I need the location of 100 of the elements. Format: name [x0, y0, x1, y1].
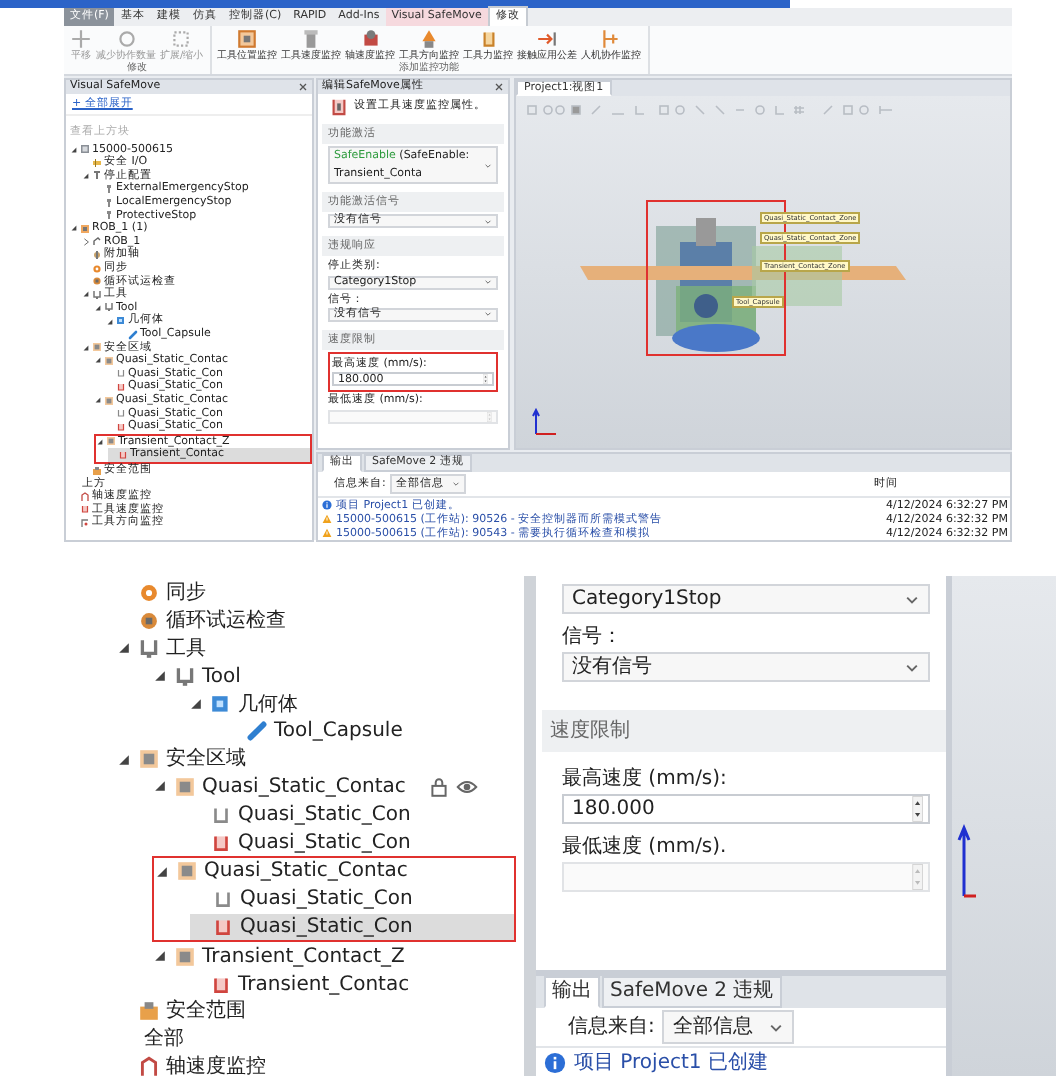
stop-icon — [92, 170, 102, 181]
expand-arrow-icon[interactable] — [152, 948, 168, 965]
axis-icon — [92, 250, 102, 261]
scale-icon — [170, 28, 193, 50]
tab[interactable]: SafeMove 2 违规 — [602, 976, 782, 1008]
caret-icon — [484, 278, 492, 286]
collab-icon — [600, 28, 623, 50]
field-label: 信号： — [562, 624, 624, 652]
dropdown[interactable]: Category1Stop — [562, 584, 930, 614]
expand-arrow-icon[interactable] — [82, 343, 90, 352]
axis-icon — [532, 408, 560, 436]
speed-icon — [138, 1055, 160, 1078]
lock-icon[interactable] — [427, 775, 450, 798]
speed-icon — [80, 491, 90, 502]
cup-icon — [80, 504, 90, 515]
cycle-icon — [92, 276, 102, 287]
tool-speed-icon — [330, 98, 348, 116]
tree-item[interactable]: Transient_Contac — [188, 970, 516, 998]
zone-icon — [174, 945, 196, 968]
expand-arrow-icon[interactable] — [116, 751, 132, 768]
caret-icon — [904, 591, 920, 607]
message-text: 项目 Project1 已创建 — [574, 1049, 770, 1077]
eye-icon[interactable] — [455, 775, 478, 798]
zone-icon — [106, 436, 116, 447]
expand-arrow-icon[interactable] — [154, 863, 170, 880]
caret-icon — [451, 480, 460, 489]
expand-arrow-icon[interactable] — [106, 317, 114, 326]
field-label: 最低速度 (mm/s). — [562, 833, 729, 862]
io-icon — [92, 157, 102, 168]
caret-icon — [484, 161, 492, 169]
expand-arrow-icon[interactable] — [96, 437, 104, 446]
cup-icon — [210, 803, 232, 826]
close-icon[interactable] — [298, 82, 308, 92]
geometry-icon — [116, 316, 126, 327]
tool-icon — [174, 665, 196, 688]
zone-icon — [138, 748, 160, 771]
expand-arrow-icon[interactable] — [94, 396, 102, 405]
geometry-icon — [210, 693, 232, 716]
expand-arrow-icon[interactable] — [94, 356, 102, 365]
axis-icon — [956, 820, 980, 900]
cup-icon — [210, 973, 232, 996]
axis-icon — [359, 28, 382, 50]
capsule-icon — [128, 329, 138, 340]
tree-item[interactable]: 安全范围 — [116, 997, 516, 1026]
tree-item[interactable]: 循环试运检查 — [116, 607, 516, 636]
move-icon — [70, 28, 92, 50]
tree-item[interactable]: Transient_Contact_Z — [152, 942, 516, 971]
robot-icon — [80, 223, 90, 234]
tree-item[interactable]: 安全区域 — [116, 745, 516, 774]
tree-item[interactable]: Quasi_Static_Con — [188, 828, 516, 856]
tree-item[interactable]: 工具 — [116, 635, 516, 663]
controller-icon — [80, 144, 90, 155]
dropdown[interactable]: 没有信号 — [562, 652, 930, 682]
expand-arrow-icon[interactable] — [82, 171, 90, 180]
tree-item[interactable]: Quasi_Static_Con — [190, 913, 514, 941]
tree-item[interactable]: Quasi_Static_Con — [188, 800, 516, 829]
tree-item[interactable]: 轴速度监控 — [116, 1053, 516, 1081]
zone-icon — [176, 860, 198, 883]
expand-arrow-icon[interactable] — [82, 290, 90, 299]
caret-icon — [484, 217, 492, 225]
robot-arm-icon — [92, 236, 102, 247]
cycle-icon — [138, 610, 160, 633]
expand-arrow-icon[interactable] — [94, 303, 102, 312]
field-label: 最高速度 (mm/s): — [562, 765, 729, 794]
zone-icon — [174, 775, 196, 798]
sync-icon — [138, 582, 160, 605]
section-heading: 速度限制 — [542, 710, 946, 752]
filter-label: 信息来自: — [568, 1013, 655, 1042]
speed-icon — [300, 28, 323, 50]
cup-icon — [118, 449, 128, 460]
close-icon[interactable] — [494, 82, 504, 92]
tree-item[interactable]: 几何体 — [188, 690, 516, 718]
cup-icon — [212, 888, 234, 911]
position-icon — [236, 28, 259, 50]
sync-icon — [92, 263, 102, 274]
cup-icon — [212, 915, 234, 938]
tree-item[interactable]: Tool — [152, 662, 516, 691]
tab[interactable]: 输出 — [544, 976, 600, 1008]
expand-arrow-icon[interactable] — [116, 640, 132, 657]
number-field[interactable]: 180.000 — [562, 794, 930, 824]
filter-dropdown[interactable]: 全部信息 — [662, 1010, 795, 1044]
tree-item[interactable]: 同步 — [116, 580, 516, 608]
orient-icon — [418, 28, 441, 50]
tree-item[interactable]: 全部 — [116, 1025, 516, 1054]
expand-arrow-icon[interactable] — [70, 145, 78, 154]
expand-arrow-icon[interactable] — [70, 224, 78, 233]
expand-arrow-icon[interactable] — [152, 778, 168, 795]
tool-icon — [138, 637, 160, 660]
tree-item[interactable]: Quasi_Static_Contac — [154, 857, 514, 886]
tolerance-icon — [536, 28, 559, 50]
expand-arrow-icon[interactable] — [152, 668, 168, 685]
tree-item[interactable]: Quasi_Static_Contac — [152, 773, 516, 801]
capsule-icon — [246, 720, 268, 743]
spinner-icon[interactable] — [908, 796, 928, 822]
tree-item[interactable]: Quasi_Static_Con — [190, 885, 514, 914]
range-icon — [138, 1000, 160, 1023]
orient-icon — [80, 517, 90, 528]
expand-arrow-icon[interactable] — [188, 696, 204, 713]
tree-item[interactable]: Tool_Capsule — [224, 717, 516, 746]
range-icon — [92, 465, 102, 476]
